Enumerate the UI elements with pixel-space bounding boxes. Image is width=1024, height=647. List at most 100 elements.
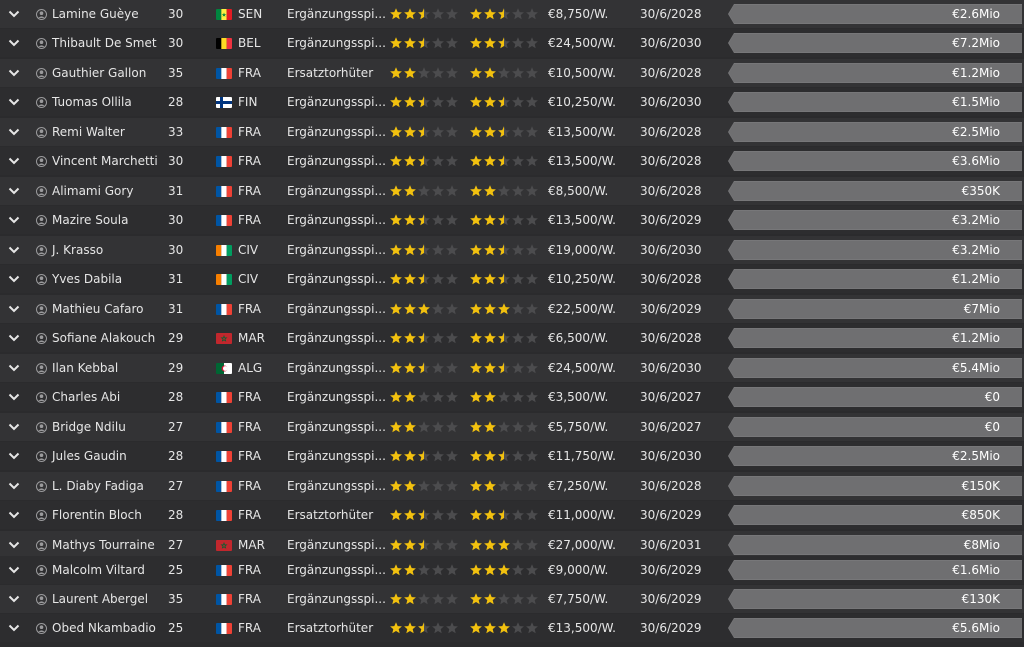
table-row[interactable]: Bridge Ndilu 27 FRA Ergänzungsspi.... €5… [0,413,1024,441]
expand-row-button[interactable] [0,59,28,87]
table-row[interactable]: Yves Dabila 31 CIV Ergänzungsspi.... €10… [0,265,1024,293]
expand-row-button[interactable] [0,236,28,264]
player-name[interactable]: Laurent Abergel [52,585,164,613]
expand-row-button[interactable] [0,0,28,28]
current-ability-stars [389,324,461,352]
player-name[interactable]: Remi Walter [52,118,164,146]
player-name[interactable]: Tuomas Ollila [52,88,164,116]
table-row[interactable]: Mathys Tourraine 27 MAR Ergänzungsspi...… [0,531,1024,559]
chevron-down-icon [8,566,20,574]
player-name[interactable]: L. Diaby Fadiga [52,472,164,500]
table-row[interactable]: Tuomas Ollila 28 FIN Ergänzungsspi.... €… [0,88,1024,116]
table-row[interactable]: Jules Gaudin 28 FRA Ergänzungsspi.... €1… [0,442,1024,470]
expand-row-button[interactable] [0,413,28,441]
table-row[interactable]: Gauthier Gallon 35 FRA Ersatztorhüter €1… [0,59,1024,87]
player-name[interactable]: Malcolm Viltard [52,556,164,584]
player-name[interactable]: Vincent Marchetti [52,147,164,175]
star-icon [445,361,459,375]
expand-row-button[interactable] [0,29,28,57]
table-row[interactable]: Sofiane Alakouch 29 MAR Ergänzungsspi...… [0,324,1024,352]
player-name[interactable]: Florentin Bloch [52,501,164,529]
player-wage: €10,500/W. [548,66,616,80]
player-wage: €13,500/W. [548,621,616,635]
player-name[interactable]: Bridge Ndilu [52,413,164,441]
expand-row-button[interactable] [0,295,28,323]
star-icon [483,390,497,404]
table-row[interactable]: Thibault De Smet 30 BEL Ergänzungsspi...… [0,29,1024,57]
player-name[interactable]: Charles Abi [52,383,164,411]
player-name[interactable]: Mazire Soula [52,206,164,234]
table-row[interactable]: Remi Walter 33 FRA Ergänzungsspi.... €13… [0,118,1024,146]
table-row[interactable]: Mazire Soula 30 FRA Ergänzungsspi.... €1… [0,206,1024,234]
transfer-value-label: €3.2Mio [952,213,1000,227]
star-icon [469,331,483,345]
player-name[interactable]: Mathieu Cafaro [52,295,164,323]
player-name[interactable]: Alimami Gory [52,177,164,205]
star-icon [497,125,511,139]
star-icon [525,420,539,434]
expand-row-button[interactable] [0,354,28,382]
contract-expiry: 30/6/2030 [640,243,702,257]
nationality-code: CIV [238,272,259,286]
expand-row-button[interactable] [0,614,28,642]
star-icon [483,331,497,345]
player-name[interactable]: J. Krasso [52,236,164,264]
table-row[interactable]: Lamine Guèye 30 SEN Ergänzungsspi.... €8… [0,0,1024,28]
star-icon [497,508,511,522]
star-icon [389,66,403,80]
player-name[interactable]: Obed Nkambadio [52,614,164,642]
player-nationality: FRA [216,585,278,613]
table-row[interactable]: Alimami Gory 31 FRA Ergänzungsspi.... €8… [0,177,1024,205]
table-row[interactable]: Ilan Kebbal 29 ALG Ergänzungsspi.... €24… [0,354,1024,382]
expand-row-button[interactable] [0,585,28,613]
player-name[interactable]: Ilan Kebbal [52,354,164,382]
expand-row-button[interactable] [0,556,28,584]
expand-row-button[interactable] [0,472,28,500]
table-row[interactable]: Mathieu Cafaro 31 FRA Ergänzungsspi.... … [0,295,1024,323]
player-name[interactable]: Mathys Tourraine [52,531,164,559]
flag-icon [216,421,232,433]
table-row[interactable]: L. Diaby Fadiga 27 FRA Ergänzungsspi....… [0,472,1024,500]
potential-ability-stars [469,295,541,323]
table-row[interactable]: Florentin Bloch 28 FRA Ersatztorhüter €1… [0,501,1024,529]
chevron-down-icon [8,423,20,431]
potential-ability-stars [469,585,541,613]
expand-row-button[interactable] [0,501,28,529]
player-name[interactable]: Sofiane Alakouch [52,324,164,352]
star-icon [403,592,417,606]
player-role: Ergänzungsspi.... [287,243,387,257]
table-row[interactable]: Malcolm Viltard 25 FRA Ergänzungsspi....… [0,556,1024,584]
expand-row-button[interactable] [0,177,28,205]
expand-row-button[interactable] [0,265,28,293]
flag-icon [216,391,232,403]
expand-row-button[interactable] [0,383,28,411]
expand-row-button[interactable] [0,88,28,116]
player-name[interactable]: Jules Gaudin [52,442,164,470]
player-name[interactable]: Gauthier Gallon [52,59,164,87]
player-role: Ergänzungsspi.... [287,36,387,50]
player-nationality: FRA [216,556,278,584]
table-row[interactable]: Laurent Abergel 35 FRA Ergänzungsspi....… [0,585,1024,613]
table-row[interactable]: Charles Abi 28 FRA Ergänzungsspi.... €3,… [0,383,1024,411]
star-icon [403,331,417,345]
star-icon [511,243,525,257]
table-row[interactable]: J. Krasso 30 CIV Ergänzungsspi.... €19,0… [0,236,1024,264]
expand-row-button[interactable] [0,147,28,175]
star-icon [431,243,445,257]
star-icon [525,213,539,227]
person-icon [34,585,48,613]
table-row[interactable]: Vincent Marchetti 30 FRA Ergänzungsspi..… [0,147,1024,175]
expand-row-button[interactable] [0,531,28,559]
player-name[interactable]: Yves Dabila [52,265,164,293]
flag-icon [216,67,232,79]
potential-ability-stars [469,442,541,470]
player-name[interactable]: Lamine Guèye [52,0,164,28]
contract-expiry: 30/6/2029 [640,302,702,316]
expand-row-button[interactable] [0,442,28,470]
flag-icon [216,273,232,285]
expand-row-button[interactable] [0,206,28,234]
player-name[interactable]: Thibault De Smet [52,29,164,57]
expand-row-button[interactable] [0,324,28,352]
expand-row-button[interactable] [0,118,28,146]
table-row[interactable]: Obed Nkambadio 25 FRA Ersatztorhüter €13… [0,614,1024,642]
